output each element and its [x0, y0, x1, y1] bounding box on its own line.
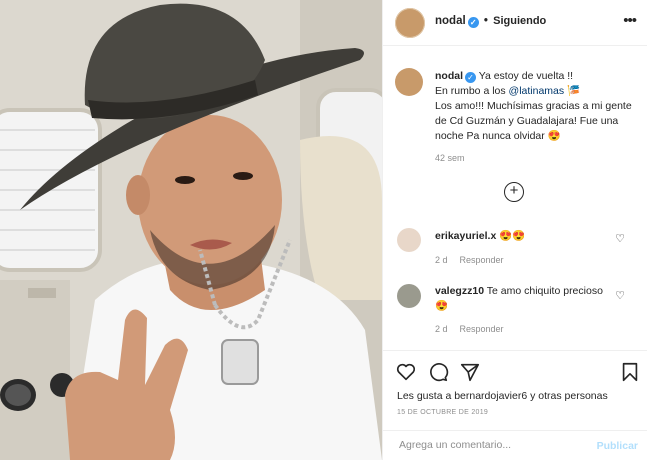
caption-emoji: 🎏 [567, 85, 581, 97]
caption-line2-prefix: En rumbo a los [435, 85, 509, 97]
share-icon[interactable] [459, 361, 481, 383]
caption-time[interactable]: 42 sem [435, 153, 465, 163]
post-photo[interactable] [0, 0, 382, 460]
heart-icon[interactable] [395, 361, 417, 383]
like-comment-icon[interactable]: ♡ [615, 289, 625, 302]
header-user-line: nodal ✓ • Siguiendo [435, 15, 546, 28]
post-details-panel: nodal ✓ • Siguiendo ••• nodal ✓ Ya estoy d… [382, 0, 647, 460]
reply-button[interactable]: Responder [460, 324, 504, 334]
comment-age[interactable]: 2 d [435, 324, 448, 334]
photo-illustration [0, 0, 382, 460]
caption-username[interactable]: nodal [435, 70, 463, 82]
comment-meta: 2 d Responder [435, 255, 516, 265]
comment-username[interactable]: erikayuriel.x [435, 230, 496, 242]
post-date[interactable]: 15 DE OCTUBRE DE 2019 [397, 409, 488, 416]
post-header: nodal ✓ • Siguiendo ••• [383, 0, 647, 46]
like-comment-icon[interactable]: ♡ [615, 232, 625, 245]
add-comment-bar: Publicar [383, 430, 647, 461]
verified-icon: ✓ [467, 17, 479, 28]
more-options-icon[interactable]: ••• [623, 12, 637, 29]
comment-text: valegzz10 Te amo chiquito precioso 😍 [435, 284, 615, 314]
bookmark-icon[interactable] [619, 361, 641, 383]
caption-avatar[interactable] [395, 68, 423, 96]
avatar[interactable] [395, 8, 425, 38]
likes-summary[interactable]: Les gusta a bernardojavier6 y otras pers… [397, 390, 608, 402]
comment-icon[interactable] [427, 361, 449, 383]
comment-text: erikayuriel.x 😍😍 [435, 229, 615, 244]
comment-username[interactable]: valegzz10 [435, 285, 484, 297]
comment-avatar[interactable] [397, 228, 421, 252]
caption-text: nodal ✓ Ya estoy de vuelta !! En rumbo a … [435, 69, 635, 144]
following-button[interactable]: Siguiendo [493, 15, 546, 27]
comment-age[interactable]: 2 d [435, 255, 448, 265]
post-actions: Les gusta a bernardojavier6 y otras pers… [383, 350, 647, 460]
caption-line1: Ya estoy de vuelta !! [478, 70, 574, 82]
reply-button[interactable]: Responder [460, 255, 504, 265]
separator-dot: • [483, 15, 488, 27]
comment-avatar[interactable] [397, 284, 421, 308]
comment-body: 😍😍 [499, 230, 526, 242]
mention-link[interactable]: @latinamas [509, 85, 565, 97]
caption-line3: Los amo!!! Muchísimas gracias a mi gente… [435, 100, 632, 142]
comment-input[interactable] [397, 438, 591, 452]
instagram-post-modal: nodal ✓ • Siguiendo ••• nodal ✓ Ya estoy d… [0, 0, 647, 460]
comment-meta: 2 d Responder [435, 324, 516, 334]
username-link[interactable]: nodal [435, 15, 466, 27]
verified-icon: ✓ [465, 72, 476, 83]
publish-button[interactable]: Publicar [597, 440, 638, 452]
caption-emoji-2: 😍 [547, 130, 561, 142]
plus-circle-icon[interactable]: + [504, 182, 524, 202]
